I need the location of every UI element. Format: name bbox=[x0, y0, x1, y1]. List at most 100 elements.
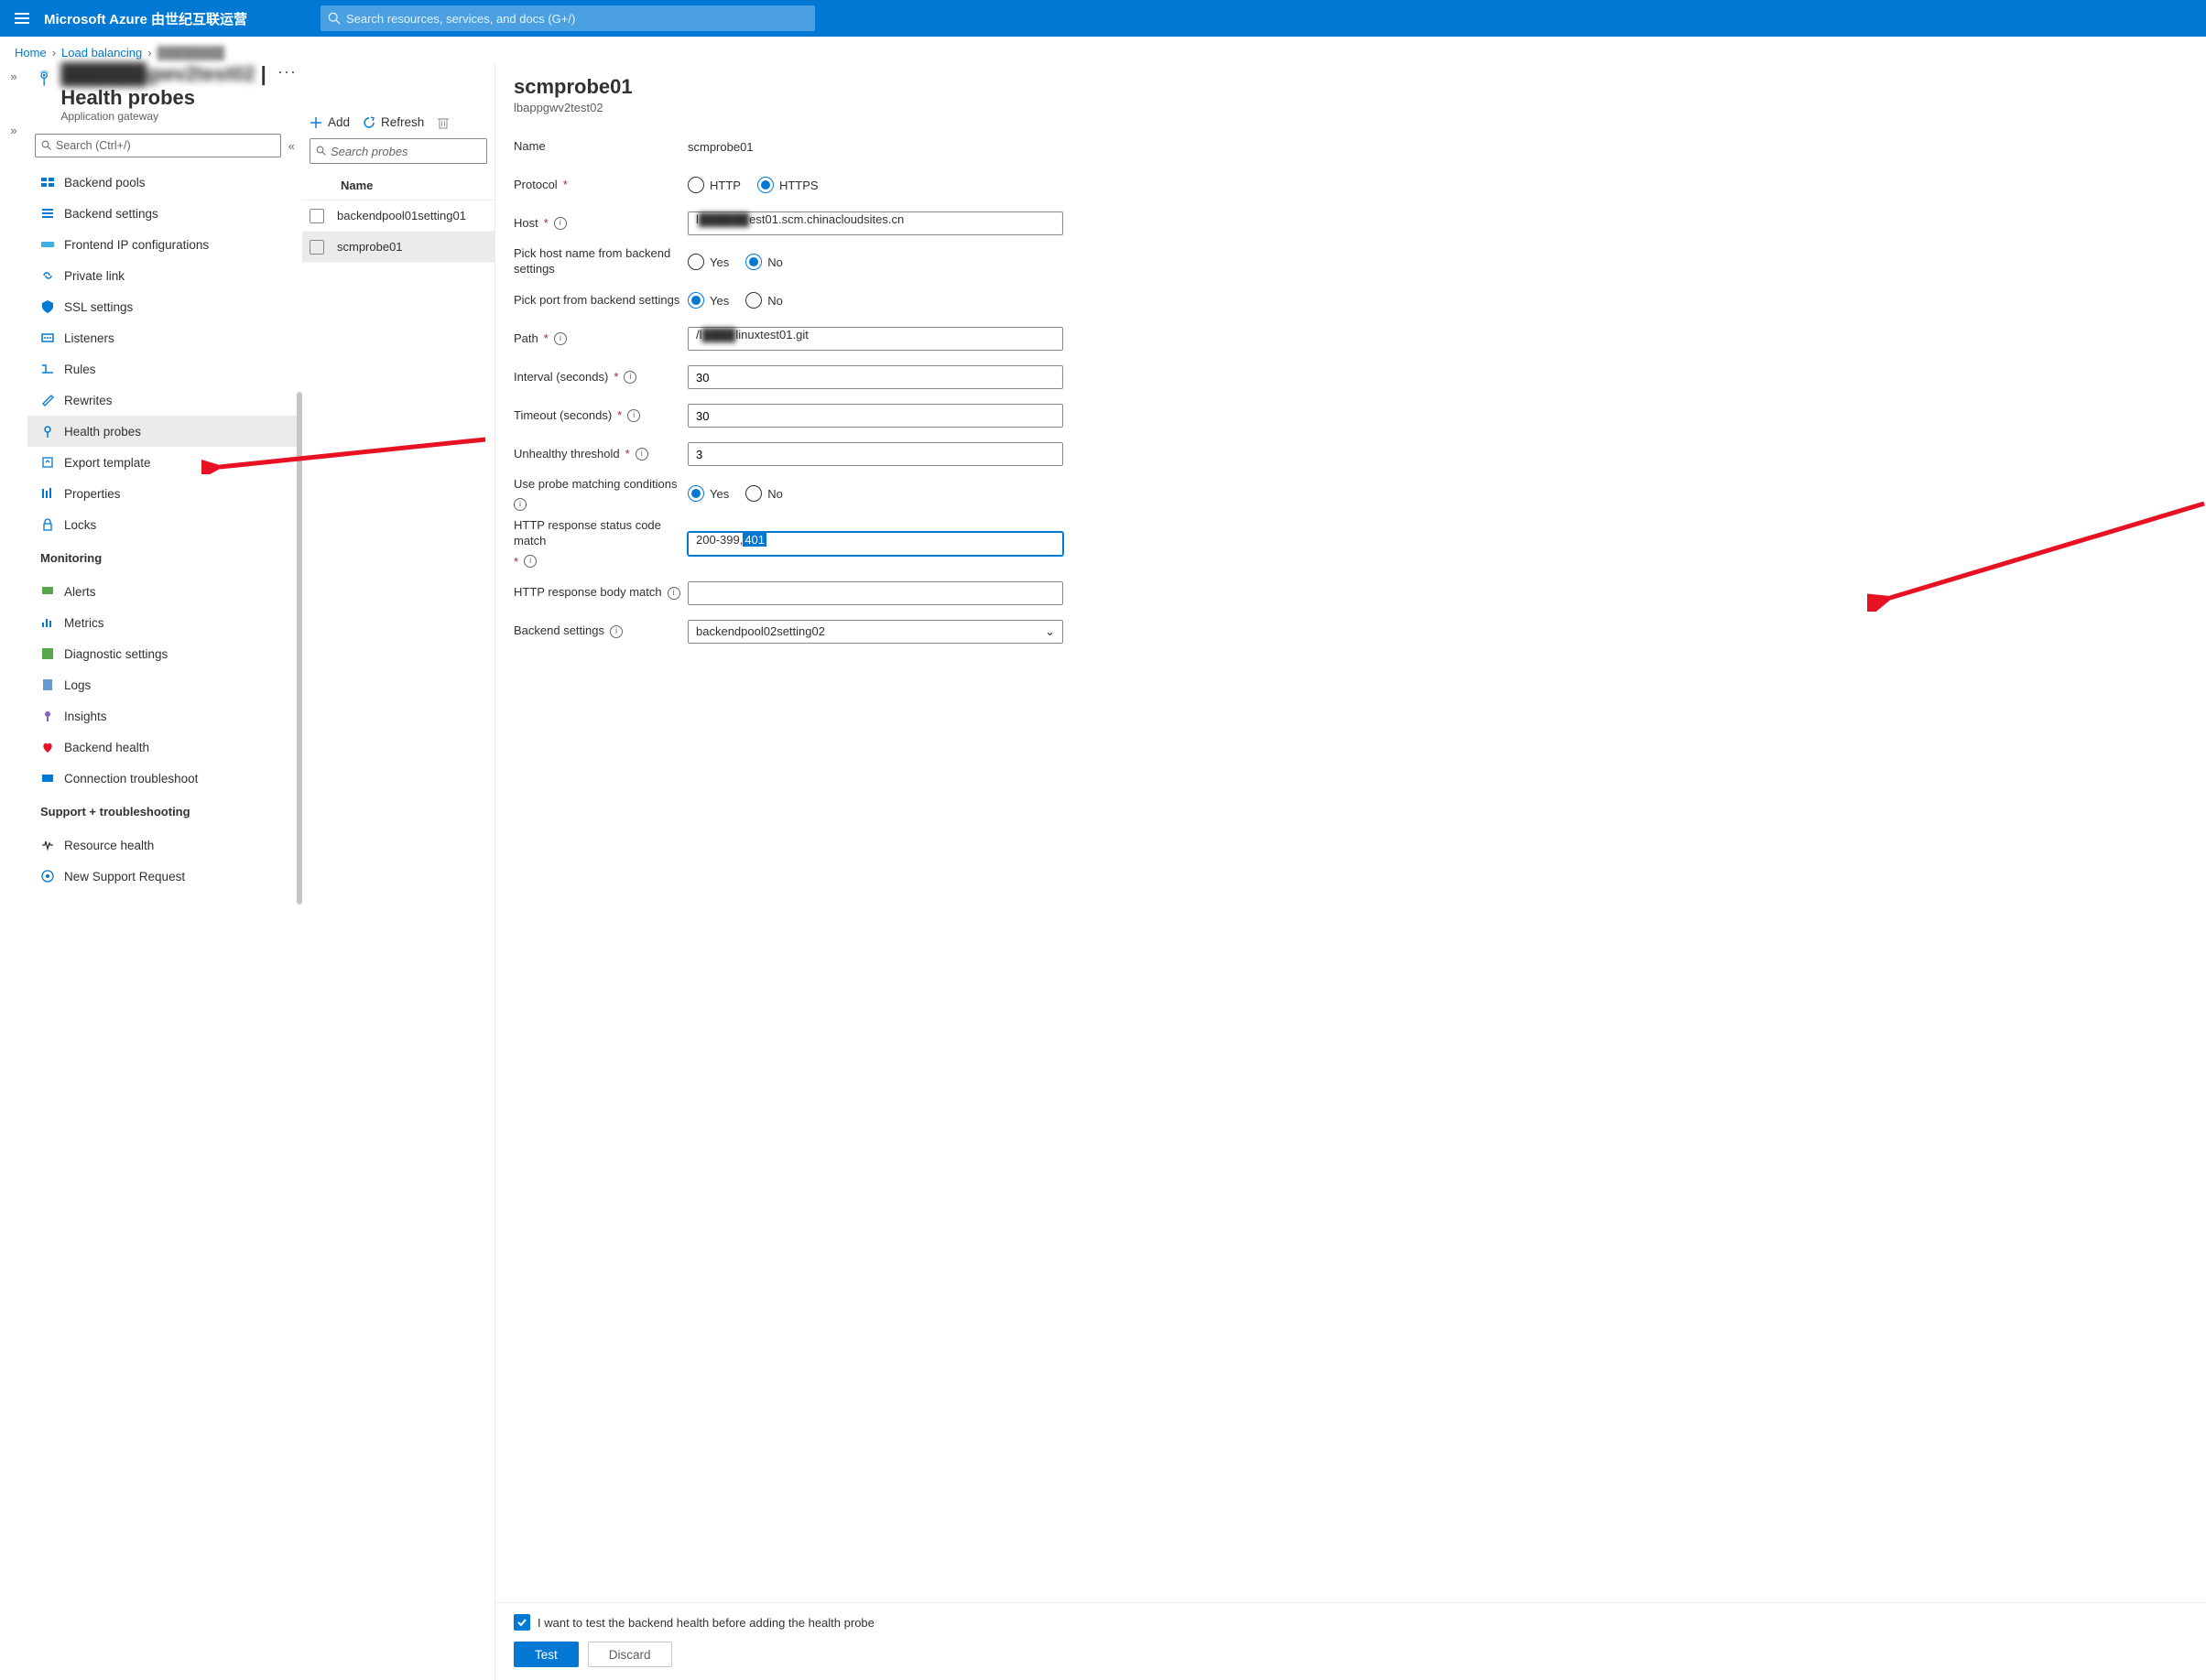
nav-item-label: Diagnostic settings bbox=[64, 647, 168, 661]
conn-trouble-icon bbox=[40, 771, 55, 786]
trash-icon bbox=[437, 116, 450, 129]
discard-button[interactable]: Discard bbox=[588, 1642, 672, 1667]
nav-item-label: Export template bbox=[64, 456, 151, 470]
label-interval: Interval (seconds) bbox=[514, 370, 608, 385]
chevron-right-icon: › bbox=[52, 46, 56, 60]
nav-item-label: Private link bbox=[64, 269, 125, 283]
info-icon[interactable]: i bbox=[554, 332, 567, 345]
nav-item-rules[interactable]: Rules bbox=[27, 353, 302, 385]
radio-usematch-yes[interactable]: Yes bbox=[688, 485, 729, 502]
nav-item-resource-health[interactable]: Resource health bbox=[27, 829, 302, 861]
column-name[interactable]: Name bbox=[302, 171, 494, 201]
radio-usematch-no[interactable]: No bbox=[745, 485, 783, 502]
radio-pickport-yes[interactable]: Yes bbox=[688, 292, 729, 309]
info-icon[interactable]: i bbox=[624, 371, 636, 384]
info-icon[interactable]: i bbox=[514, 498, 527, 511]
nav-item-alerts[interactable]: Alerts bbox=[27, 576, 302, 607]
nav-item-backend-health[interactable]: Backend health bbox=[27, 732, 302, 763]
timeout-input[interactable] bbox=[688, 404, 1063, 428]
chevron-right-icon: › bbox=[147, 46, 151, 60]
more-actions-icon[interactable]: ··· bbox=[277, 62, 297, 81]
path-input[interactable]: /l████linuxtest01.git bbox=[688, 327, 1063, 351]
alerts-icon bbox=[40, 584, 55, 599]
info-icon[interactable]: i bbox=[554, 217, 567, 230]
nav-item-label: Locks bbox=[64, 518, 96, 532]
diagnostic-icon bbox=[40, 646, 55, 661]
global-search[interactable]: Search resources, services, and docs (G+… bbox=[321, 5, 815, 31]
nav-item-logs[interactable]: Logs bbox=[27, 669, 302, 700]
metrics-icon bbox=[40, 615, 55, 630]
collapse-nav-icon[interactable]: « bbox=[288, 139, 295, 153]
interval-input[interactable] bbox=[688, 365, 1063, 389]
refresh-button[interactable]: Refresh bbox=[363, 115, 424, 129]
unhealthy-input[interactable] bbox=[688, 442, 1063, 466]
nav-item-diagnostic[interactable]: Diagnostic settings bbox=[27, 638, 302, 669]
nav-item-metrics[interactable]: Metrics bbox=[27, 607, 302, 638]
crumb-home[interactable]: Home bbox=[15, 46, 47, 60]
nav-item-listeners[interactable]: Listeners bbox=[27, 322, 302, 353]
radio-https[interactable]: HTTPS bbox=[757, 177, 819, 193]
refresh-label: Refresh bbox=[381, 115, 424, 129]
nav-item-export[interactable]: Export template bbox=[27, 447, 302, 478]
blade-search[interactable]: Search (Ctrl+/) bbox=[35, 134, 281, 157]
nav-item-conn-trouble[interactable]: Connection troubleshoot bbox=[27, 763, 302, 794]
brand-label: Microsoft Azure 由世纪互联运营 bbox=[44, 9, 247, 28]
row-checkbox[interactable] bbox=[310, 209, 324, 223]
radio-http[interactable]: HTTP bbox=[688, 177, 741, 193]
expand-rail-icon-2[interactable]: » bbox=[10, 124, 16, 137]
row-checkbox[interactable] bbox=[310, 240, 324, 255]
private-link-icon bbox=[40, 268, 55, 283]
test-button[interactable]: Test bbox=[514, 1642, 579, 1667]
nav-item-backend-pools[interactable]: Backend pools bbox=[27, 167, 302, 198]
label-unhealthy: Unhealthy threshold bbox=[514, 447, 620, 462]
expand-rail-icon[interactable]: » bbox=[10, 70, 16, 83]
delete-button[interactable] bbox=[437, 116, 450, 129]
nav-item-private-link[interactable]: Private link bbox=[27, 260, 302, 291]
test-checkbox[interactable] bbox=[514, 1614, 530, 1631]
add-button[interactable]: Add bbox=[310, 115, 350, 129]
probe-table: Name backendpool01setting01 scmprobe01 bbox=[302, 171, 494, 263]
hamburger-menu[interactable] bbox=[7, 4, 37, 33]
nav-item-label: SSL settings bbox=[64, 300, 133, 314]
label-use-match: Use probe matching conditions bbox=[514, 477, 678, 493]
nav-item-label: New Support Request bbox=[64, 870, 185, 883]
nav-item-insights[interactable]: Insights bbox=[27, 700, 302, 732]
crumb-load-balancing[interactable]: Load balancing bbox=[61, 46, 142, 60]
topbar: Microsoft Azure 由世纪互联运营 Search resources… bbox=[0, 0, 2206, 37]
radio-pickhost-yes[interactable]: Yes bbox=[688, 254, 729, 270]
nav-item-rewrites[interactable]: Rewrites bbox=[27, 385, 302, 416]
logs-icon bbox=[40, 677, 55, 692]
nav-item-backend-settings[interactable]: Backend settings bbox=[27, 198, 302, 229]
nav-item-ssl[interactable]: SSL settings bbox=[27, 291, 302, 322]
nav-item-label: Backend settings bbox=[64, 207, 158, 221]
probe-detail-blade: scmprobe01 lbappgwv2test02 Name scmprobe… bbox=[494, 62, 2206, 1680]
table-row[interactable]: backendpool01setting01 bbox=[302, 201, 494, 232]
table-row[interactable]: scmprobe01 bbox=[302, 232, 494, 263]
crumb-resource-masked[interactable]: ████████ bbox=[158, 46, 225, 60]
info-icon[interactable]: i bbox=[524, 555, 537, 568]
body-match-input[interactable] bbox=[688, 581, 1063, 605]
nav-item-locks[interactable]: Locks bbox=[27, 509, 302, 540]
refresh-icon bbox=[363, 116, 375, 129]
backend-settings-dropdown[interactable]: backendpool02setting02 ⌄ bbox=[688, 620, 1063, 644]
radio-pickport-no[interactable]: No bbox=[745, 292, 783, 309]
info-icon[interactable]: i bbox=[627, 409, 640, 422]
info-icon[interactable]: i bbox=[610, 625, 623, 638]
nav-item-frontend-ip[interactable]: Frontend IP configurations bbox=[27, 229, 302, 260]
rewrites-icon bbox=[40, 393, 55, 407]
label-pick-host: Pick host name from backend settings bbox=[514, 246, 688, 277]
nav-item-properties[interactable]: Properties bbox=[27, 478, 302, 509]
info-icon[interactable]: i bbox=[636, 448, 648, 461]
status-code-input[interactable]: 200-399,401 bbox=[688, 532, 1063, 556]
radio-pickhost-no[interactable]: No bbox=[745, 254, 783, 270]
main-layout: » » ██████gwv2test02 | Health probes App… bbox=[0, 62, 2206, 1680]
support-icon bbox=[40, 869, 55, 883]
info-icon[interactable]: i bbox=[668, 587, 680, 600]
nav-item-support[interactable]: New Support Request bbox=[27, 861, 302, 892]
probe-search[interactable]: Search probes bbox=[310, 138, 487, 164]
row-name: scmprobe01 bbox=[337, 240, 403, 254]
plus-icon bbox=[310, 116, 322, 129]
nav-monitoring-header: Monitoring bbox=[27, 546, 302, 570]
host-input[interactable]: l██████est01.scm.chinacloudsites.cn bbox=[688, 211, 1063, 235]
nav-item-health-probes[interactable]: Health probes bbox=[27, 416, 302, 447]
